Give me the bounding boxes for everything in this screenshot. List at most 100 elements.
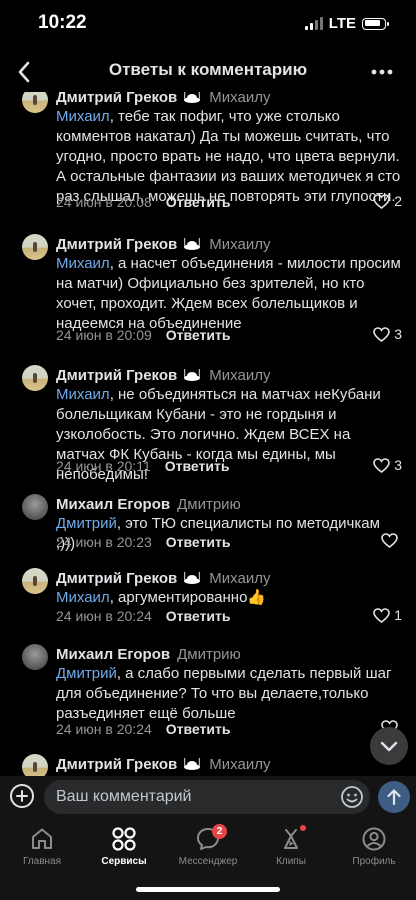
tab-label: Клипы [276, 856, 306, 867]
comment-header: Дмитрий Греков Михаилу [56, 756, 270, 773]
attach-button[interactable] [10, 784, 34, 808]
home-icon [32, 828, 52, 849]
reply-to: Михаилу [209, 367, 271, 384]
tab-label: Мессенджер [178, 856, 238, 867]
like-button[interactable]: 2 [373, 193, 402, 209]
comment-header: Дмитрий Греков Михаилу [56, 236, 270, 253]
reply-button[interactable]: Ответить [166, 721, 231, 737]
emoji-icon[interactable] [340, 785, 364, 809]
heart-icon [373, 607, 391, 623]
avatar[interactable] [22, 234, 48, 260]
like-button[interactable] [381, 533, 402, 548]
send-button[interactable] [378, 781, 410, 813]
reply-button[interactable]: Ответить [166, 534, 231, 550]
author-name[interactable]: Дмитрий Греков [56, 367, 177, 384]
tab-profile[interactable]: Профиль [334, 824, 414, 867]
status-time: 10:22 [38, 12, 87, 33]
heart-icon [381, 533, 398, 548]
comment-header: Михаил Егоров Дмитрию [56, 646, 241, 663]
comment-date: 24 июн в 20:23 [56, 534, 152, 550]
reply-button[interactable]: Ответить [165, 458, 230, 474]
mention-link[interactable]: Михаил [56, 108, 110, 125]
comment-header: Дмитрий Греков Михаилу [56, 367, 270, 384]
author-name[interactable]: Дмитрий Греков [56, 92, 177, 106]
comment-date: 24 июн в 20:11 [56, 458, 151, 474]
avatar[interactable] [22, 754, 48, 776]
signal-icon [304, 17, 323, 30]
reply-button[interactable]: Ответить [166, 194, 231, 210]
comment-header: Михаил Егоров Дмитрию [56, 496, 241, 513]
tab-bar: Главная Сервисы 2 Мессенджер Клипы Профи… [0, 818, 416, 900]
status-indicators: LTE [304, 15, 389, 32]
avatar[interactable] [22, 92, 48, 113]
header: Ответы к комментарию [0, 48, 416, 96]
avatar[interactable] [22, 644, 48, 670]
author-name[interactable]: Михаил Егоров [56, 646, 170, 663]
like-button[interactable]: 3 [373, 457, 402, 473]
heart-icon [373, 326, 391, 342]
battery-icon [362, 17, 389, 30]
network-type: LTE [328, 15, 356, 32]
plate-icon [184, 757, 201, 770]
reply-to: Дмитрию [177, 646, 241, 663]
author-name[interactable]: Дмитрий Греков [56, 236, 177, 253]
plate-icon [184, 237, 201, 250]
profile-icon [362, 827, 386, 851]
tab-home[interactable]: Главная [2, 824, 82, 867]
author-name[interactable]: Дмитрий Греков [56, 756, 177, 773]
mention-link[interactable]: Михаил [56, 386, 110, 403]
tab-services[interactable]: Сервисы [84, 824, 164, 867]
comment-date: 24 июн в 20:24 [56, 608, 152, 624]
comment-meta: 24 июн в 20:08 Ответить [56, 194, 230, 210]
like-count: 2 [394, 193, 402, 209]
avatar[interactable] [22, 365, 48, 391]
mention-link[interactable]: Дмитрий [56, 665, 117, 682]
arrow-up-icon [387, 789, 401, 805]
tab-label: Профиль [352, 856, 396, 867]
author-name[interactable]: Михаил Егоров [56, 496, 170, 513]
mention-link[interactable]: Дмитрий [56, 515, 117, 532]
reply-to: Михаилу [209, 756, 271, 773]
mention-link[interactable]: Михаил [56, 589, 110, 606]
comment-meta: 24 июн в 20:09 Ответить [56, 327, 230, 343]
reply-to: Михаилу [209, 236, 271, 253]
like-count: 1 [394, 607, 402, 623]
more-button[interactable] [362, 52, 402, 92]
page-title: Ответы к комментарию [108, 60, 308, 79]
comment-date: 24 июн в 20:08 [56, 194, 152, 210]
services-grid-icon [112, 827, 136, 851]
tab-label: Главная [22, 856, 62, 867]
comment-date: 24 июн в 20:24 [56, 721, 152, 737]
mention-link[interactable]: Михаил [56, 255, 110, 272]
author-name[interactable]: Дмитрий Греков [56, 570, 177, 587]
comment-text: Михаил, аргументированно👍 [56, 589, 267, 606]
chevron-down-icon [380, 741, 398, 751]
like-count: 3 [394, 457, 402, 473]
status-bar: 10:22 LTE [0, 0, 416, 46]
reply-to: Михаилу [209, 570, 271, 587]
comment-meta: 24 июн в 20:24 Ответить [56, 608, 230, 624]
comment-text: Дмитрий, а слабо первыми сделать первый … [56, 665, 392, 722]
like-button[interactable]: 1 [373, 607, 402, 623]
tab-messenger[interactable]: 2 Мессенджер [168, 824, 248, 867]
comment-text: Михаил, а насчет объединения - милости п… [56, 255, 401, 332]
plate-icon [184, 571, 201, 584]
plate-icon [184, 368, 201, 381]
reply-button[interactable]: Ответить [166, 608, 231, 624]
reply-button[interactable]: Ответить [166, 327, 231, 343]
more-horizontal-icon [371, 69, 393, 75]
avatar[interactable] [22, 568, 48, 594]
comment-text: Михаил, тебе так пофиг, что уже столько … [56, 108, 401, 205]
tab-label: Сервисы [101, 856, 147, 867]
scroll-down-button[interactable] [370, 727, 408, 765]
like-button[interactable]: 3 [373, 326, 402, 342]
comment-input[interactable] [44, 780, 370, 814]
comment-meta: 24 июн в 20:11 Ответить [56, 458, 229, 474]
reply-to: Михаилу [209, 92, 271, 106]
comment-header: Дмитрий Греков Михаилу [56, 92, 270, 106]
comment-feed: Дмитрий Греков Михаилу Михаил, тебе так … [0, 92, 416, 776]
avatar[interactable] [22, 494, 48, 520]
compose-bar [0, 776, 416, 818]
reply-to: Дмитрию [177, 496, 241, 513]
tab-clips[interactable]: Клипы [251, 824, 331, 867]
